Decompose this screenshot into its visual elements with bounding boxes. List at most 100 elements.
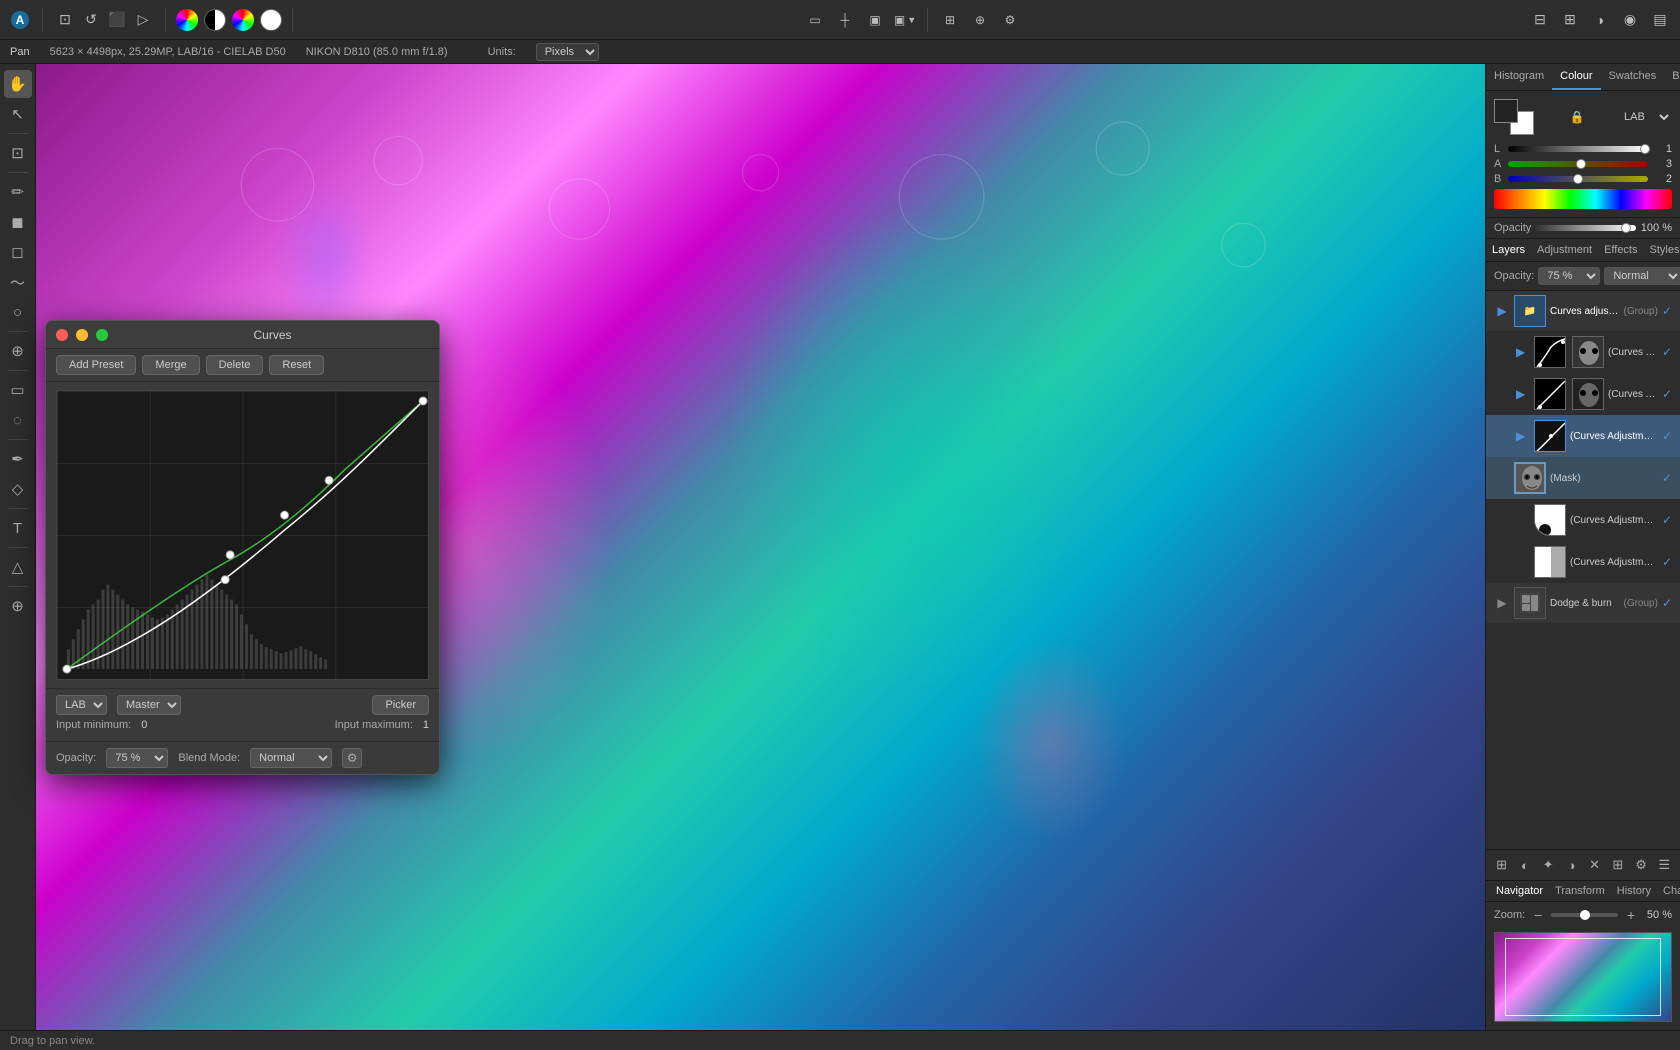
layer-settings-btn[interactable]: ⚙ [1632, 854, 1651, 876]
dodge-group-expand[interactable]: ▶ [1494, 593, 1510, 613]
layer-item-curves-1[interactable]: ▶ (Curves Adjustm ✓ [1486, 331, 1680, 373]
clone-tool[interactable]: ⊕ [4, 337, 32, 365]
app-icon[interactable]: A [8, 8, 32, 32]
merge-button[interactable]: Merge [142, 355, 199, 375]
group-vis-icon[interactable]: ▶ [1494, 301, 1510, 321]
tab-effects[interactable]: Effects [1598, 239, 1643, 261]
curves-minimize-button[interactable] [76, 329, 88, 341]
zoom-in-button[interactable]: + [1622, 906, 1640, 924]
layer-item-curves-2[interactable]: ▶ (Curves Adjustm ✓ [1486, 373, 1680, 415]
layer-item-curves-3[interactable]: ▶ (Curves Adjustment) ✓ [1486, 415, 1680, 457]
fg-bg-swatches[interactable] [1494, 99, 1534, 135]
reset-button[interactable]: Reset [269, 355, 324, 375]
layer-more-btn[interactable]: ⊞ [1608, 854, 1627, 876]
layer-add-mask-btn[interactable]: ◐ [1515, 854, 1534, 876]
add-preset-button[interactable]: Add Preset [56, 355, 136, 375]
grid-icon[interactable]: ⊞ [938, 8, 962, 32]
export-icon[interactable]: ▷ [131, 8, 155, 32]
navigator-preview[interactable] [1494, 932, 1672, 1022]
layer-group-dodge-burn[interactable]: ▶ Dodge & burn (Group) ✓ [1486, 583, 1680, 623]
layer-item-curves-5[interactable]: (Curves Adjustment) ✓ [1486, 541, 1680, 583]
layer-opacity-select[interactable]: 75 % 100 % [1538, 267, 1600, 285]
fill-tool[interactable]: ◼ [4, 208, 32, 236]
shape-tool[interactable]: △ [4, 553, 32, 581]
layer-add-group-btn[interactable]: ⊞ [1492, 854, 1511, 876]
curves-graph[interactable] [56, 390, 429, 680]
panels-icon-btn[interactable]: ⊞ [1558, 8, 1582, 32]
layer-group-curves-adjustments[interactable]: ▶ 📁 Curves adjustments (Group) ✓ [1486, 291, 1680, 331]
tab-swatches[interactable]: Swatches [1601, 64, 1665, 90]
layer-add-adjustment-btn[interactable]: ◑ [1562, 854, 1581, 876]
paint-brush-tool[interactable]: ✏ [4, 178, 32, 206]
tools-icon[interactable]: ⚙ [998, 8, 1022, 32]
layer-1-visibility[interactable]: ▶ [1516, 345, 1530, 359]
tab-brushes[interactable]: Brushes [1664, 64, 1680, 90]
layer-5-visibility[interactable] [1516, 555, 1530, 569]
layer-3-check[interactable]: ✓ [1662, 429, 1672, 443]
layer-4-visibility[interactable] [1516, 513, 1530, 527]
lab-b-slider[interactable] [1508, 176, 1648, 182]
picker-button[interactable]: Picker [372, 695, 429, 715]
crop-toolbar-icon[interactable]: ▣ [863, 8, 887, 32]
curves-opacity-select[interactable]: 75 % 100 % 50 % [106, 748, 168, 768]
colour-gradient-bar[interactable] [1494, 189, 1672, 209]
curves-group-check[interactable]: ✓ [1662, 304, 1672, 318]
tab-layers[interactable]: Layers [1486, 239, 1531, 261]
tab-styles[interactable]: Styles [1644, 239, 1680, 261]
erase-tool[interactable]: ◻ [4, 238, 32, 266]
layers-icon-btn[interactable]: ⊟ [1528, 8, 1552, 32]
mask-check[interactable]: ✓ [1662, 471, 1672, 485]
tab-transform[interactable]: Transform [1549, 881, 1611, 901]
curves-settings-button[interactable]: ⚙ [342, 748, 362, 768]
curves-maximize-button[interactable] [96, 329, 108, 341]
layer-4-check[interactable]: ✓ [1662, 513, 1672, 527]
color-wheel-icon[interactable] [176, 9, 198, 31]
move-tool[interactable]: ↖ [4, 100, 32, 128]
lab-l-slider[interactable] [1508, 146, 1648, 152]
tab-colour[interactable]: Colour [1552, 64, 1600, 90]
white-balance-icon[interactable] [260, 9, 282, 31]
layer-add-fx-btn[interactable]: ✦ [1539, 854, 1558, 876]
tab-adjustment[interactable]: Adjustment [1531, 239, 1598, 261]
selection-rect-tool[interactable]: ▭ [4, 376, 32, 404]
crop-tool[interactable]: ⊡ [4, 139, 32, 167]
units-select[interactable]: Pixels Inches cm [536, 43, 599, 61]
curves-close-button[interactable] [56, 329, 68, 341]
arrange-icon-btn[interactable]: ▤ [1648, 8, 1672, 32]
layer-arrange-btn[interactable]: ☰ [1655, 854, 1674, 876]
layer-item-mask[interactable]: (Mask) ✓ [1486, 457, 1680, 499]
dodge-burn-tool[interactable]: ○ [4, 298, 32, 326]
layer-3-visibility[interactable]: ▶ [1516, 429, 1530, 443]
open-icon[interactable]: ↺ [79, 8, 103, 32]
new-icon[interactable]: ⊡ [53, 8, 77, 32]
hue-icon[interactable] [232, 9, 254, 31]
layer-item-curves-4[interactable]: (Curves Adjustment) ✓ [1486, 499, 1680, 541]
view-zoom-tool[interactable]: ⊕ [4, 592, 32, 620]
assistant-icon-btn[interactable]: ◉ [1618, 8, 1642, 32]
layer-blend-mode-select[interactable]: Normal Multiply Screen [1604, 267, 1680, 285]
foreground-swatch[interactable] [1494, 99, 1518, 123]
selection-icon[interactable]: ┼ [833, 8, 857, 32]
save-icon[interactable]: ⬛ [105, 8, 129, 32]
zoom-slider[interactable] [1551, 913, 1618, 917]
layer-2-visibility[interactable]: ▶ [1516, 387, 1530, 401]
pen-tool[interactable]: ✒ [4, 445, 32, 473]
contrast-icon[interactable] [204, 9, 226, 31]
layer-1-check[interactable]: ✓ [1662, 345, 1672, 359]
curves-channel-select[interactable]: LAB L A B [56, 695, 107, 715]
node-tool[interactable]: ◇ [4, 475, 32, 503]
overlay-icon[interactable]: ⊕ [968, 8, 992, 32]
curves-type-select[interactable]: Master [117, 695, 181, 715]
tab-navigator[interactable]: Navigator [1490, 881, 1549, 901]
delete-button[interactable]: Delete [206, 355, 264, 375]
tab-histogram[interactable]: Histogram [1486, 64, 1552, 90]
dodge-group-check[interactable]: ✓ [1662, 596, 1672, 610]
view-icon-btn[interactable]: ◑ [1588, 8, 1612, 32]
pan-tool[interactable]: ✋ [4, 70, 32, 98]
transform-icon[interactable]: ▭ [803, 8, 827, 32]
layer-2-check[interactable]: ✓ [1662, 387, 1672, 401]
colour-model-select[interactable]: LAB RGB CMYK HSL [1620, 110, 1672, 124]
smudge-tool[interactable]: 〜 [4, 268, 32, 296]
layer-trash-btn[interactable]: ✕ [1585, 854, 1604, 876]
zoom-out-button[interactable]: − [1529, 906, 1547, 924]
